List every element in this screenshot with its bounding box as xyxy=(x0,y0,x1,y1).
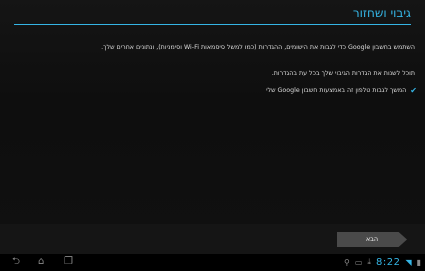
title-divider xyxy=(14,24,411,25)
setup-screen: גיבוי ושחזור השתמש בחשבון Google כדי לגב… xyxy=(0,0,425,254)
clock: 8:22 xyxy=(375,256,401,268)
checkmark-icon[interactable]: ✔ xyxy=(410,86,417,95)
settings-note-text: תוכל לשנות את הגדרות הגיבוי שלך בכל עת ב… xyxy=(271,70,415,77)
title-bar: גיבוי ושחזור xyxy=(14,4,411,26)
wifi-icon: ◥ xyxy=(405,257,412,267)
usb-icon: ⚲ xyxy=(344,257,350,267)
description-text: השתמש בחשבון Google כדי לגבות את הישומים… xyxy=(101,44,415,51)
next-button[interactable]: הבא xyxy=(337,232,407,247)
back-icon[interactable]: ⮌ xyxy=(12,256,20,268)
page-title: גיבוי ושחזור xyxy=(352,6,411,20)
home-icon[interactable]: ⌂ xyxy=(38,256,44,268)
backup-checkbox-label: המשך לגבות טלפון זה באמצעות חשבון Google… xyxy=(266,87,407,94)
battery-icon: ▮ xyxy=(416,257,421,267)
download-icon: ⤓ xyxy=(367,257,371,266)
system-navigation-bar: ⮌ ⌂ ❐ ⚲ ▭ ⤓ 8:22 ◥ ▮ xyxy=(0,254,425,271)
recent-apps-icon[interactable]: ❐ xyxy=(64,256,73,268)
screenshot-icon: ▭ xyxy=(354,257,363,267)
backup-checkbox-row[interactable]: ✔המשך לגבות טלפון זה באמצעות חשבון Googl… xyxy=(266,86,417,96)
status-area[interactable]: ⚲ ▭ ⤓ 8:22 ◥ ▮ xyxy=(344,256,421,268)
